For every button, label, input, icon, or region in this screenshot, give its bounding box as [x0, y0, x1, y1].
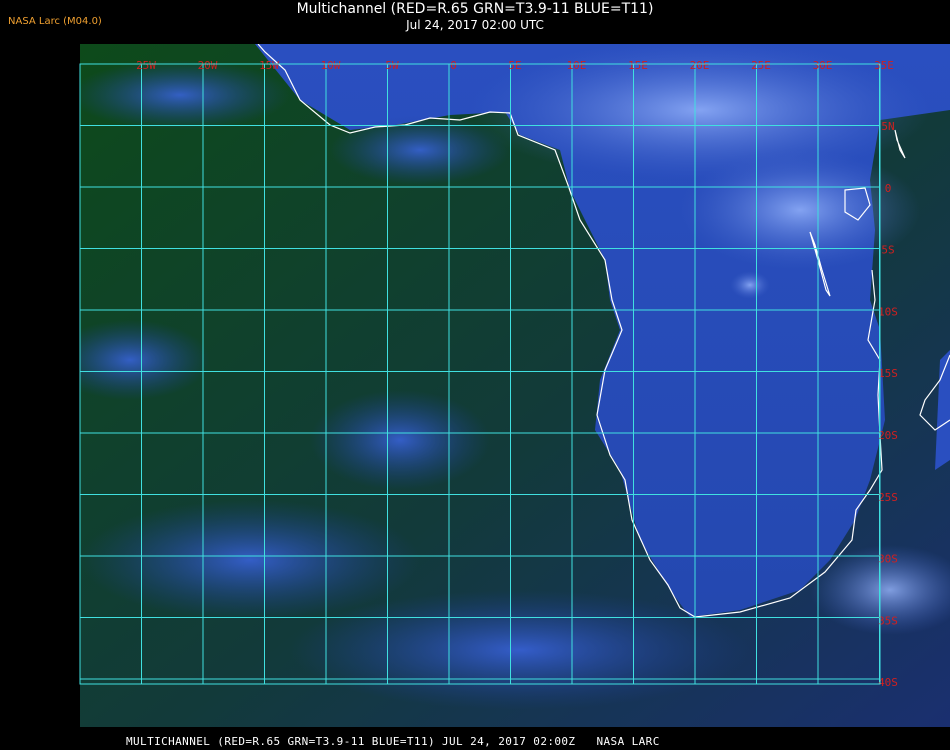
longitude-label: 25W [136, 59, 156, 72]
latitude-label: 5S [881, 244, 894, 257]
latitude-label: 40S [878, 676, 898, 689]
longitude-label: 5E [508, 59, 521, 72]
longitude-label: 5W [385, 59, 399, 72]
longitude-label: 20E [690, 59, 710, 72]
longitude-label: 15E [628, 59, 648, 72]
latitude-label: 15S [878, 367, 898, 380]
latitude-label: 0 [885, 182, 892, 195]
latitude-label: 20S [878, 429, 898, 442]
longitude-label: 10E [567, 59, 587, 72]
footer-caption: MULTICHANNEL (RED=R.65 GRN=T3.9-11 BLUE=… [126, 735, 660, 748]
cloud-mass [730, 271, 770, 299]
cloud-mass [80, 500, 420, 620]
longitude-label: 30E [813, 59, 833, 72]
longitude-label: 0 [450, 59, 457, 72]
cloud-mass [80, 320, 210, 400]
cloud-mass [310, 390, 490, 490]
longitude-label: 25E [751, 59, 771, 72]
longitude-label: 35E [874, 59, 894, 72]
satellite-image: 25W 20W 15W 10W 5W 0 5E 10E 15E 20E 25E 30E 35E 5N 0 5… [79, 44, 950, 727]
credit-label: NASA Larc (M04.0) [8, 16, 102, 27]
longitude-label: 15W [259, 59, 279, 72]
longitude-label: 20W [198, 59, 218, 72]
cloud-mass [80, 60, 290, 130]
latitude-label: 5N [881, 120, 894, 133]
latitude-label: 25S [878, 491, 898, 504]
latitude-label: 35S [878, 614, 898, 627]
latitude-label: 10S [878, 305, 898, 318]
image-title: Multichannel (RED=R.65 GRN=T3.9-11 BLUE=… [296, 1, 654, 17]
latitude-label: 30S [878, 553, 898, 566]
image-timestamp: Jul 24, 2017 02:00 UTC [406, 18, 544, 32]
longitude-label: 10W [321, 59, 341, 72]
